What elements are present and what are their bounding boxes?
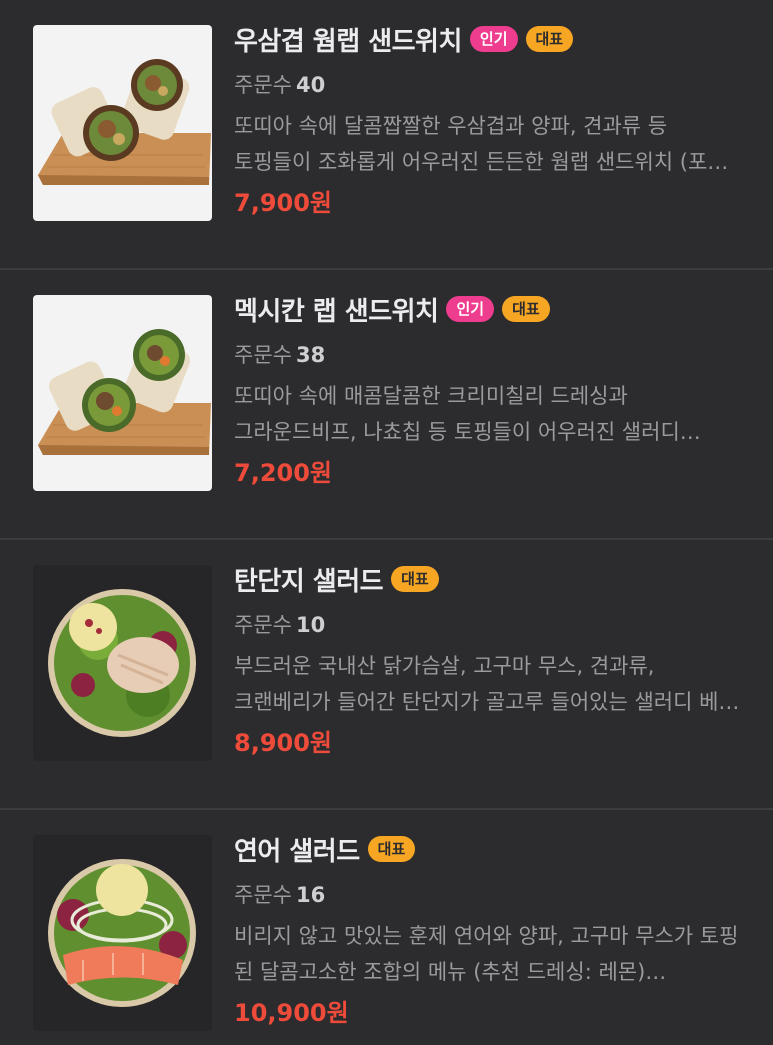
- order-count: 주문수 16: [234, 880, 744, 910]
- popular-badge: 인기: [469, 26, 518, 52]
- representative-badge: 대표: [502, 296, 550, 322]
- order-count-value: 38: [295, 343, 326, 367]
- order-count-label: 주문수: [234, 883, 292, 907]
- item-title: 연어 샐러드: [234, 836, 360, 867]
- representative-badge: 대표: [525, 26, 574, 52]
- order-count-label: 주문수: [234, 343, 292, 367]
- wrap-sandwich-illustration: [38, 59, 211, 185]
- menu-list: 우삼겹 웜랩 샌드위치 인기 대표 주문수 40 또띠아 속에 달콤짭짤한 우삼겹…: [0, 0, 773, 1045]
- item-description: 부드러운 국내산 닭가슴살, 고구마 무스, 견과류, 크랜베리가 들어간 탄단…: [234, 654, 740, 714]
- item-description: 또띠아 속에 달콤짭짤한 우삼겹과 양파, 견과류 등 토핑들이 조화롭게 어우…: [234, 114, 729, 174]
- item-price: 8,900원: [234, 729, 332, 757]
- item-description: 비리지 않고 맛있는 훈제 연어와 양파, 고구마 무스가 토핑 된 달콤고소한…: [234, 924, 739, 984]
- menu-item[interactable]: 연어 샐러드 대표 주문수 16 비리지 않고 맛있는 훈제 연어와 양파, 고구…: [0, 810, 773, 1045]
- representative-badge: 대표: [367, 836, 416, 862]
- salad-bowl-illustration: [48, 859, 196, 1007]
- popular-badge: 인기: [446, 296, 495, 322]
- item-description: 또띠아 속에 매콤달콤한 크리미칠리 드레싱과 그라운드비프, 나쵸칩 등 토핑…: [234, 384, 680, 444]
- item-price: 7,900원: [234, 189, 332, 217]
- item-price: 7,200원: [234, 459, 332, 487]
- order-count-label: 주문수: [234, 73, 292, 97]
- representative-badge: 대표: [391, 566, 439, 592]
- wrap-sandwich-image: [33, 25, 212, 221]
- menu-item[interactable]: 탄단지 샐러드 대표 주문수 10 부드러운 국내산 닭가슴살, 고구마 무스, …: [0, 540, 773, 810]
- menu-item[interactable]: 우삼겹 웜랩 샌드위치 인기 대표 주문수 40 또띠아 속에 달콤짭짤한 우삼겹…: [0, 0, 773, 270]
- order-count-label: 주문수: [234, 613, 292, 637]
- salmon-salad-image: [33, 835, 212, 1031]
- item-title: 탄단지 샐러드: [234, 566, 384, 597]
- chicken-salad-image: [33, 565, 212, 761]
- order-count-value: 16: [295, 883, 326, 907]
- wrap-sandwich-image: [33, 295, 212, 491]
- salad-bowl-illustration: [48, 589, 196, 737]
- order-count: 주문수 38: [234, 340, 744, 370]
- wrap-sandwich-illustration: [38, 329, 211, 455]
- item-title: 멕시칸 랩 샌드위치: [234, 296, 439, 327]
- item-price: 10,900원: [234, 999, 349, 1027]
- order-count-value: 40: [295, 73, 326, 97]
- order-count-value: 10: [295, 613, 326, 637]
- menu-item[interactable]: 멕시칸 랩 샌드위치 인기 대표 주문수 38 또띠아 속에 매콤달콤한 크리미칠…: [0, 270, 773, 540]
- order-count: 주문수 10: [234, 610, 744, 640]
- order-count: 주문수 40: [234, 70, 744, 100]
- item-title: 우삼겹 웜랩 샌드위치: [234, 26, 462, 57]
